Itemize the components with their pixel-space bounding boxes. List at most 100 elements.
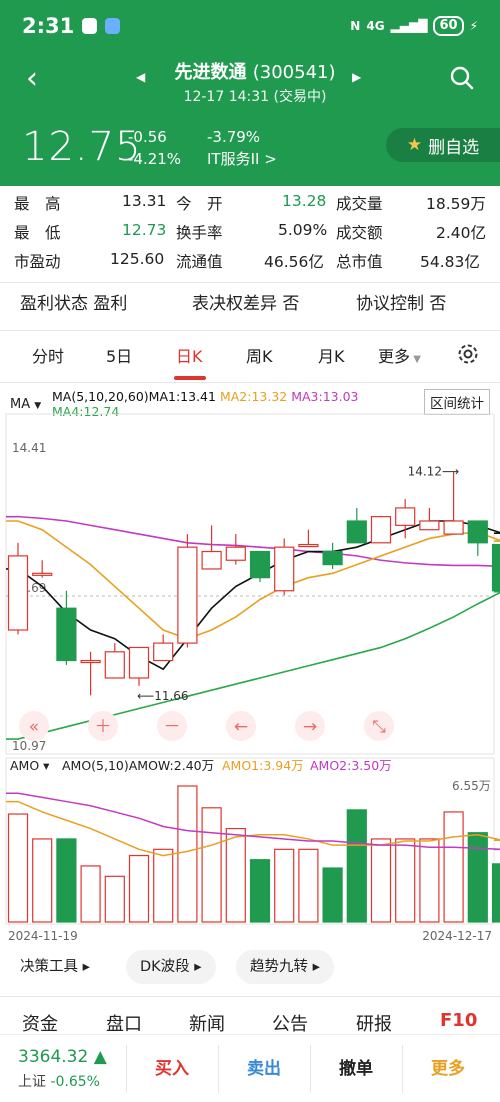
- stat-value: 13.28: [282, 192, 327, 210]
- more-button[interactable]: 更多: [402, 1035, 494, 1102]
- amo-selector: AMO ▾: [10, 758, 50, 773]
- status-right: N 4G ▂▄▆█ 60 ⚡: [350, 16, 478, 36]
- stats-row: 市盈动 125.60 流通值 46.56亿 总市值 54.83亿: [14, 250, 486, 279]
- volume-bar: [467, 832, 488, 923]
- volume-bar: [395, 838, 416, 923]
- volume-bar: [80, 865, 101, 923]
- amo1-value: AMO1:3.94万: [222, 758, 304, 773]
- volume-bar: [346, 809, 367, 923]
- stat-label: 市盈动: [14, 253, 61, 271]
- nav-news[interactable]: 新闻: [189, 1010, 225, 1036]
- chart-control-icon: «: [29, 717, 39, 737]
- stat-value: 18.59万: [426, 195, 486, 213]
- change-abs: -0.56: [128, 128, 167, 146]
- index-name: 上证: [18, 1074, 46, 1090]
- volume-bar: [298, 848, 319, 923]
- chart-control-icon: →: [303, 717, 317, 737]
- signal-icon: ▂▄▆█: [390, 19, 428, 33]
- tab-intraday[interactable]: 分时: [32, 343, 64, 367]
- current-price: 12.75: [22, 124, 142, 170]
- max-annotation: 14.12⟶: [408, 464, 460, 478]
- tab-5day[interactable]: 5日: [106, 343, 132, 367]
- nfc-icon: N: [350, 19, 361, 33]
- nav-f10[interactable]: F10: [440, 1010, 477, 1031]
- tab-daily-k[interactable]: 日K: [176, 343, 203, 367]
- kline-chart[interactable]: 14.41 10.97 12.69 14.12⟶ ⟵11.66 «＋－ ← → ⤡ AMO ▾ AM…: [0, 384, 500, 944]
- date-end-label: 2024-12-17: [422, 929, 492, 943]
- stat-value: 13.31: [122, 192, 167, 210]
- star-icon: ★: [406, 135, 423, 155]
- candle-body: [467, 520, 488, 544]
- tab-monthly-k[interactable]: 月K: [318, 343, 345, 367]
- divider: [0, 382, 500, 383]
- status-bar: 2:31 N 4G ▂▄▆█ 60 ⚡: [22, 12, 478, 40]
- divider: [0, 996, 500, 997]
- index-value: 3364.32 ▲: [18, 1047, 107, 1067]
- sector-pct: -3.79%: [207, 128, 261, 146]
- chart-tabs: 分时 5日 日K 周K 月K 更多 ▼: [0, 340, 500, 380]
- stat-label: 成交量: [336, 195, 383, 213]
- stat-value: 46.56亿: [264, 253, 324, 271]
- stock-title: 先进数通 (300541): [150, 58, 360, 84]
- company-flags: 盈利状态 盈利 表决权差异 否 协议控制 否: [20, 289, 490, 319]
- fav-label: 删自选: [428, 137, 480, 158]
- candle-body: [419, 520, 440, 531]
- tab-weekly-k[interactable]: 周K: [246, 343, 273, 367]
- stat-label: 今 开: [176, 195, 223, 213]
- flag-profit: 盈利状态 盈利: [20, 294, 128, 314]
- chart-control-icon: －: [164, 717, 181, 737]
- date-start-label: 2024-11-19: [8, 929, 78, 943]
- stat-value: 2.40亿: [436, 224, 487, 242]
- dk-band-button[interactable]: DK波段 ▸: [126, 950, 216, 984]
- candle-body: [32, 572, 53, 576]
- trend-nine-button[interactable]: 趋势九转 ▸: [236, 950, 334, 984]
- kline-svg[interactable]: 14.4110.9712.6914.12⟶⟵11.66« ＋－ ← → ⤡AMO ▾ AM…: [0, 384, 500, 944]
- cancel-order-button[interactable]: 撤单: [310, 1035, 402, 1102]
- chart-control-icon: ＋: [95, 717, 112, 737]
- candle-body: [346, 520, 367, 544]
- charging-icon: ⚡: [469, 19, 478, 33]
- search-icon[interactable]: [450, 66, 474, 90]
- back-arrow-icon[interactable]: ‹: [26, 64, 38, 94]
- stat-value: 54.83亿: [420, 253, 480, 271]
- volume-bar: [177, 785, 198, 923]
- volume-bar: [153, 848, 174, 923]
- ma1-line: [6, 520, 500, 671]
- settings-gear-icon[interactable]: [456, 342, 480, 366]
- remove-favorite-button[interactable]: ★ 删自选: [386, 128, 500, 162]
- decision-tools-button[interactable]: 决策工具 ▸: [20, 950, 90, 984]
- buy-button[interactable]: 买入: [126, 1035, 218, 1102]
- prev-stock-icon[interactable]: ◀: [136, 70, 145, 84]
- stat-value: 12.73: [122, 221, 167, 239]
- next-stock-icon[interactable]: ▶: [352, 70, 361, 84]
- ma4-line: [6, 590, 500, 740]
- nav-orderbook[interactable]: 盘口: [106, 1010, 142, 1036]
- chart-toolbar: 决策工具 ▸ DK波段 ▸ 趋势九转 ▸: [20, 950, 480, 984]
- y-top-label: 14.41: [12, 441, 46, 455]
- candle-body: [7, 555, 29, 631]
- nav-research[interactable]: 研报: [356, 1010, 392, 1036]
- status-time: 2:31: [22, 14, 75, 38]
- flag-voting: 表决权差异 否: [192, 294, 300, 314]
- divider: [0, 330, 500, 331]
- candle-body: [201, 550, 222, 570]
- volume-bar: [225, 827, 246, 923]
- ma2-line: [6, 520, 500, 640]
- volume-bar: [443, 811, 464, 923]
- chevron-down-icon: ▼: [410, 354, 421, 365]
- stats-row: 最 高 13.31 今 开 13.28 成交量 18.59万: [14, 192, 486, 221]
- index-ticker[interactable]: 3364.32 ▲ 上证 -0.65%: [18, 1047, 107, 1091]
- nav-capital[interactable]: 资金: [22, 1010, 58, 1036]
- candle-body: [128, 646, 150, 679]
- divider: [0, 282, 500, 283]
- battery-icon: 60: [433, 16, 464, 36]
- sell-button[interactable]: 卖出: [218, 1035, 310, 1102]
- sector-info[interactable]: -3.79% IT服务II >: [207, 126, 277, 170]
- candle-body: [80, 659, 101, 664]
- tab-more[interactable]: 更多 ▼: [378, 343, 421, 367]
- network-label: 4G: [366, 19, 385, 33]
- index-change: -0.65%: [50, 1074, 100, 1090]
- app-icon: [105, 18, 121, 34]
- nav-announcements[interactable]: 公告: [272, 1010, 308, 1036]
- candle-body: [443, 520, 464, 535]
